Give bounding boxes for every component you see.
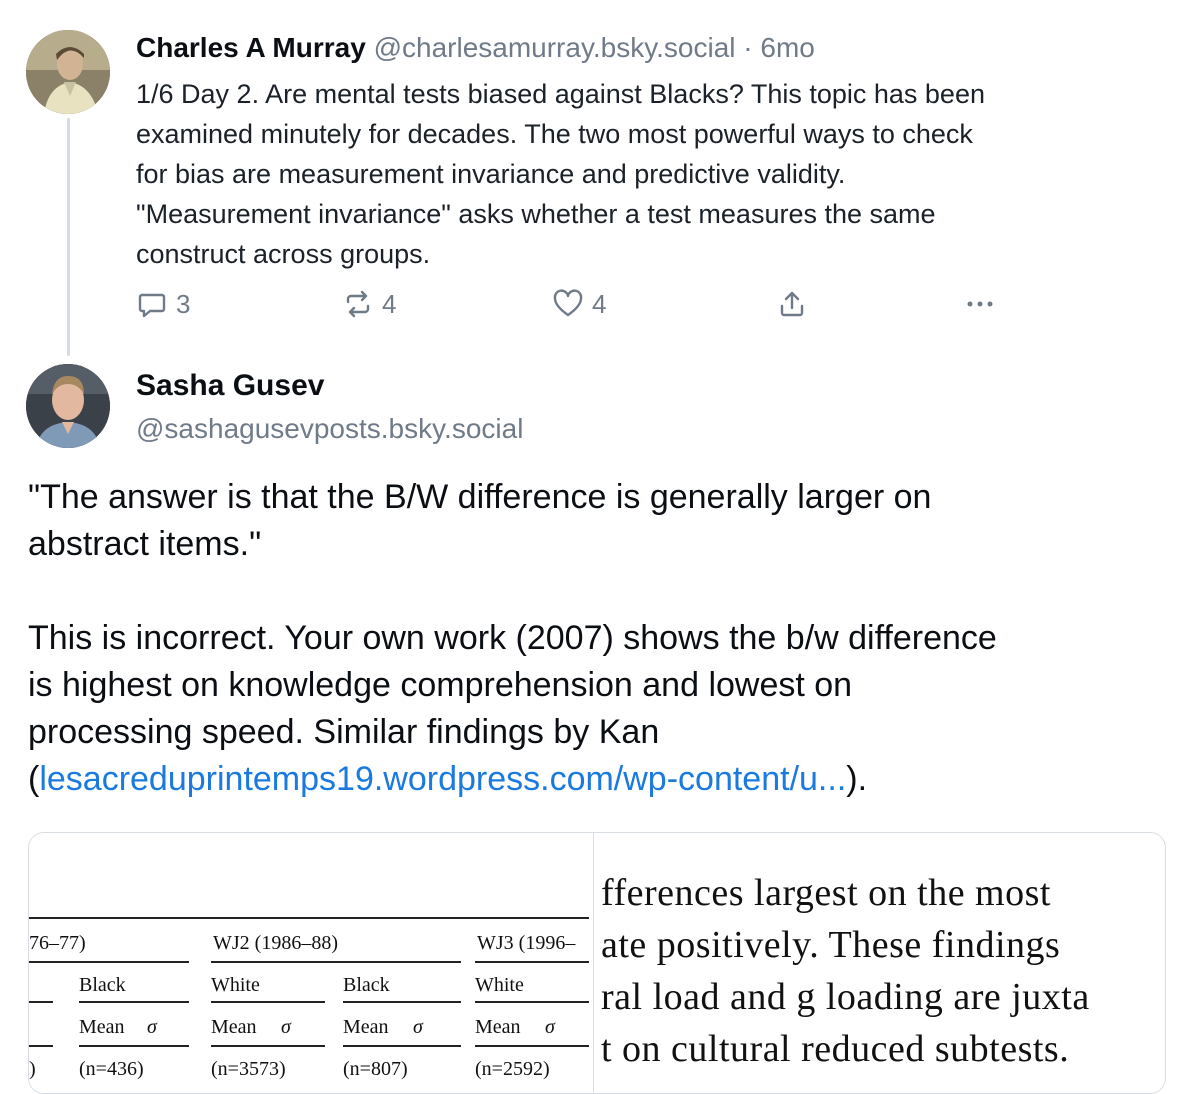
author-handle[interactable]: @charlesamurray.bsky.social: [374, 32, 736, 63]
attached-image-table[interactable]: 76–77) WJ2 (1986–88) WJ3 (1996– Black Wh…: [29, 833, 593, 1093]
repost-button[interactable]: 4: [342, 284, 396, 324]
table-n-value: (n=2592): [475, 1058, 550, 1080]
separator-dot: ·: [743, 32, 753, 63]
table-rule: [29, 917, 589, 919]
post-time[interactable]: 6mo: [760, 32, 814, 63]
table-stat-label: σ: [413, 1016, 423, 1038]
paren-close: ).: [846, 760, 868, 798]
author-name[interactable]: Charles A Murray: [136, 32, 366, 63]
table-group-header: 76–77): [29, 932, 86, 954]
image-text-line: ral load and g loading are juxta: [601, 976, 1090, 1018]
table-rule: [475, 1045, 589, 1047]
reply-icon: [138, 293, 166, 318]
attached-images[interactable]: 76–77) WJ2 (1986–88) WJ3 (1996– Black Wh…: [28, 832, 1166, 1094]
table-rule: [29, 961, 189, 963]
post-text-line: 1/6 Day 2. Are mental tests biased again…: [136, 79, 985, 109]
post-text-line: "Measurement invariance" asks whether a …: [136, 199, 936, 229]
post-text-line: examined minutely for decades. The two m…: [136, 119, 973, 149]
table-n-value: (n=807): [343, 1058, 408, 1080]
table-group-header: WJ3 (1996–: [477, 932, 576, 954]
table-stat-label: σ: [545, 1016, 555, 1038]
post-text-line: abstract items.": [28, 525, 262, 563]
post-text-line: is highest on knowledge comprehension an…: [28, 666, 853, 704]
post-text-line: This is incorrect. Your own work (2007) …: [28, 619, 997, 657]
thread-connector-line: [67, 118, 70, 356]
reply-button[interactable]: 3: [136, 284, 190, 324]
table-rule: [475, 961, 589, 963]
table-rule: [475, 1001, 589, 1003]
post-text-line: "The answer is that the B/W difference i…: [28, 478, 932, 516]
like-button[interactable]: 4: [552, 284, 606, 324]
avatar[interactable]: [26, 30, 110, 114]
table-n-value: ): [29, 1058, 36, 1080]
post-header: Charles A Murray @charlesamurray.bsky.so…: [136, 30, 815, 66]
table-col-header: White: [211, 974, 260, 996]
table-rule: [211, 961, 461, 963]
table-rule: [79, 1045, 189, 1047]
person-photo-icon: [26, 30, 110, 114]
like-count: 4: [592, 288, 607, 319]
more-options-button[interactable]: [964, 284, 996, 324]
table-stat-label: σ: [147, 1016, 157, 1038]
post-text-line: construct across groups.: [136, 239, 431, 269]
table-col-header: White: [475, 974, 524, 996]
table-col-header: Black: [79, 974, 126, 996]
reply-count: 3: [176, 288, 191, 319]
table-rule: [29, 1001, 53, 1003]
post-body: "The answer is that the B/W difference i…: [28, 474, 1178, 803]
table-rule: [211, 1001, 325, 1003]
table-group-header: WJ2 (1986–88): [213, 932, 338, 954]
post-text-line-link: (lesacreduprintemps19.wordpress.com/wp-c…: [28, 756, 1178, 803]
table-rule: [343, 1045, 461, 1047]
table-stat-label: Mean: [211, 1016, 257, 1038]
external-link[interactable]: lesacreduprintemps19.wordpress.com/wp-co…: [39, 760, 846, 798]
table-n-value: (n=3573): [211, 1058, 286, 1080]
image-text-line: ate positively. These findings: [601, 924, 1061, 966]
table-rule: [29, 1045, 53, 1047]
table-rule: [211, 1045, 325, 1047]
avatar[interactable]: [26, 364, 110, 448]
post-text-line: processing speed. Similar findings by Ka…: [28, 713, 660, 751]
table-col-header: Black: [343, 974, 390, 996]
repost-icon: [346, 290, 370, 318]
attached-image-text[interactable]: fferences largest on the most ate positi…: [601, 833, 1165, 1093]
table-stat-label: Mean: [343, 1016, 389, 1038]
author-handle[interactable]: @sashagusevposts.bsky.social: [136, 410, 523, 448]
table-stat-label: Mean: [475, 1016, 521, 1038]
repost-count: 4: [382, 288, 397, 319]
share-button[interactable]: [776, 284, 808, 324]
person-photo-icon: [26, 364, 110, 448]
heart-icon: [553, 289, 583, 317]
post-body: 1/6 Day 2. Are mental tests biased again…: [136, 74, 1156, 274]
paren-open: (: [28, 760, 40, 798]
table-n-value: (n=436): [79, 1058, 144, 1080]
image-text-line: fferences largest on the most: [601, 872, 1051, 914]
table-rule: [79, 1001, 189, 1003]
ellipsis-icon: [967, 301, 993, 307]
share-icon: [780, 291, 804, 317]
table-stat-label: σ: [281, 1016, 291, 1038]
table-rule: [343, 1001, 461, 1003]
post-text-line: for bias are measurement invariance and …: [136, 159, 846, 189]
author-name[interactable]: Sasha Gusev: [136, 366, 324, 406]
table-stat-label: Mean: [79, 1016, 125, 1038]
image-text-line: t on cultural reduced subtests.: [601, 1028, 1070, 1070]
